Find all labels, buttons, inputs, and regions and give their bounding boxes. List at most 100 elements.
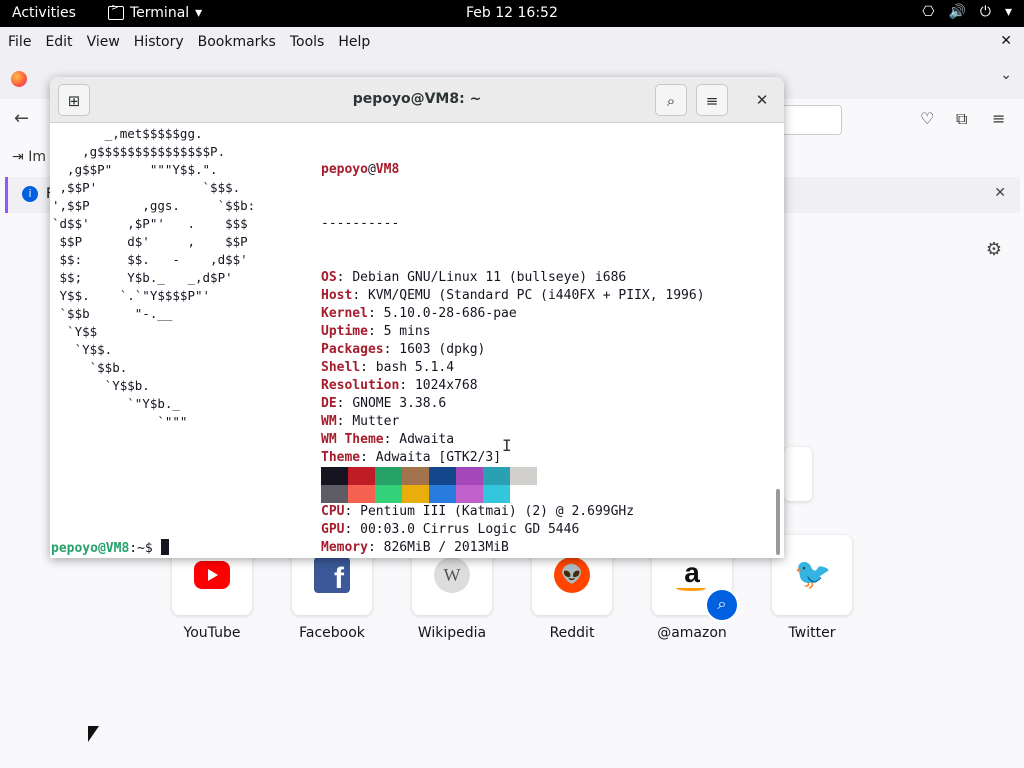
menu-edit[interactable]: Edit (45, 34, 72, 50)
info-value: 5 mins (383, 324, 431, 339)
info-key: DE (321, 396, 337, 411)
logo-line: ',$$P ,ggs. `$$b: (52, 198, 256, 213)
youtube-icon (194, 561, 230, 589)
palette-swatch (483, 467, 510, 485)
app-menu[interactable]: Terminal ▾ (108, 3, 202, 21)
neofetch-info-row: DE: GNOME 3.38.6 (321, 395, 705, 413)
logo-line: `Y$$ (52, 324, 98, 339)
firefox-icon (11, 71, 27, 87)
pocket-icon[interactable]: ♡ (920, 109, 934, 128)
menu-file[interactable]: File (8, 34, 31, 50)
top-site-twitter[interactable]: 🐦 Twitter (772, 535, 852, 641)
network-icon: ⎔ (922, 4, 935, 20)
top-site-label: Facebook (299, 625, 365, 641)
hamburger-menu-icon[interactable]: ≡ (696, 84, 728, 116)
neofetch-separator: ---------- (321, 216, 400, 231)
neofetch-user: pepoyo (321, 162, 368, 177)
wikipedia-icon: W (434, 557, 470, 593)
clock[interactable]: Feb 12 16:52 (466, 5, 558, 21)
palette-swatch (429, 467, 456, 485)
gear-icon[interactable]: ⚙ (986, 239, 1002, 260)
info-key: Shell (321, 360, 361, 375)
terminal-icon (108, 3, 124, 20)
info-colon: : (383, 342, 400, 357)
prompt-path: :~$ (129, 541, 161, 556)
info-value: 00:03.0 Cirrus Logic GD 5446 (360, 522, 580, 537)
close-icon[interactable]: ✕ (994, 185, 1006, 201)
logo-line: $$; Y$b._ _,d$P' (52, 270, 233, 285)
info-value: Adwaita [GTK2/3] (375, 450, 502, 465)
chevron-down-icon[interactable]: ⌄ (1000, 67, 1012, 83)
neofetch-info-row: OS: Debian GNU/Linux 11 (bullseye) i686 (321, 269, 705, 287)
info-colon: : (344, 522, 361, 537)
close-icon[interactable]: ✕ (746, 84, 778, 116)
palette-swatch (483, 485, 510, 503)
color-palette (321, 467, 537, 503)
reddit-icon: 👽 (554, 557, 590, 593)
info-value: Pentium III (Katmai) (2) @ 2.699GHz (360, 504, 635, 519)
terminal-headerbar[interactable]: ⊞ pepoyo@VM8: ~ ⌕ ≡ ✕ (50, 77, 784, 123)
info-key: WM Theme (321, 432, 384, 447)
activities-button[interactable]: Activities (12, 5, 76, 21)
neofetch-info-row: CPU: Pentium III (Katmai) (2) @ 2.699GHz (321, 503, 705, 521)
menu-bookmarks[interactable]: Bookmarks (198, 34, 276, 50)
palette-swatch (456, 467, 483, 485)
palette-swatch (402, 467, 429, 485)
chevron-down-icon: ▾ (1004, 4, 1012, 20)
close-icon[interactable]: ✕ (1000, 33, 1012, 49)
info-key: WM (321, 414, 337, 429)
logo-line: `"Y$b._ (52, 396, 180, 411)
info-colon: : (367, 540, 384, 555)
prompt-user: pepoyo@VM8 (51, 541, 130, 556)
neofetch-info-row: Resolution: 1024x768 (321, 377, 705, 395)
logo-line: ,g$$P" """Y$$.". (52, 162, 218, 177)
shell-prompt[interactable]: pepoyo@VM8:~$ (51, 539, 169, 558)
menu-help[interactable]: Help (338, 34, 370, 50)
hamburger-menu-icon[interactable]: ≡ (992, 109, 1005, 128)
neofetch-host: VM8 (375, 162, 400, 177)
palette-swatch (375, 485, 402, 503)
palette-swatch (348, 467, 375, 485)
logo-line: `$$b "-.__ (52, 306, 173, 321)
info-value: 1603 (dpkg) (399, 342, 486, 357)
neofetch-info-row: Shell: bash 5.1.4 (321, 359, 705, 377)
logo-line: $$P d$' , $$P (52, 234, 248, 249)
logo-line: Y$$. `.`"Y$$$$P"' (52, 288, 211, 303)
palette-row (321, 467, 537, 485)
menu-history[interactable]: History (134, 34, 184, 50)
url-bar[interactable] (780, 105, 842, 135)
logo-line: ,g$$$$$$$$$$$$$$$P. (52, 144, 226, 159)
debian-ascii-logo: _,met$$$$$gg. ,g$$$$$$$$$$$$$$$P. ,g$$P"… (52, 125, 255, 431)
text-cursor (160, 539, 169, 555)
palette-swatch (510, 467, 537, 485)
info-value: Mutter (352, 414, 400, 429)
info-colon: : (399, 378, 415, 393)
import-bookmarks-link[interactable]: ⇥ Im (12, 149, 46, 165)
import-bookmarks-label: Im (28, 149, 46, 165)
palette-swatch (429, 485, 456, 503)
twitter-icon: 🐦 (794, 557, 832, 593)
info-colon: : (344, 504, 361, 519)
menu-tools[interactable]: Tools (290, 34, 325, 50)
info-key: Kernel (321, 306, 368, 321)
scrollbar[interactable] (776, 489, 780, 555)
neofetch-info-row: WM Theme: Adwaita (321, 431, 705, 449)
volume-icon: 🔊 (948, 4, 966, 20)
system-tray[interactable]: ⎔ 🔊 ⏻ ▾ (922, 4, 1012, 20)
extensions-icon[interactable]: ⧉ (956, 109, 967, 129)
palette-swatch (321, 485, 348, 503)
search-icon[interactable]: ⌕ (655, 84, 687, 116)
back-arrow-icon[interactable]: ← (14, 108, 29, 129)
top-site-label: YouTube (183, 625, 241, 641)
palette-swatch (456, 485, 483, 503)
gnome-top-bar: Activities Terminal ▾ Feb 12 16:52 ⎔ 🔊 ⏻… (0, 0, 1024, 27)
card (784, 447, 812, 501)
menu-view[interactable]: View (87, 34, 120, 50)
logo-line: `Y$$. (52, 342, 113, 357)
neofetch-header: pepoyo@VM8 (321, 161, 705, 179)
info-colon: : (367, 306, 384, 321)
terminal-output[interactable]: _,met$$$$$gg. ,g$$$$$$$$$$$$$$$P. ,g$$P"… (50, 124, 772, 558)
info-colon: : (360, 450, 376, 465)
info-value: bash 5.1.4 (375, 360, 455, 375)
terminal-window[interactable]: ⊞ pepoyo@VM8: ~ ⌕ ≡ ✕ _,met$$$$$gg. ,g$$… (50, 77, 784, 558)
